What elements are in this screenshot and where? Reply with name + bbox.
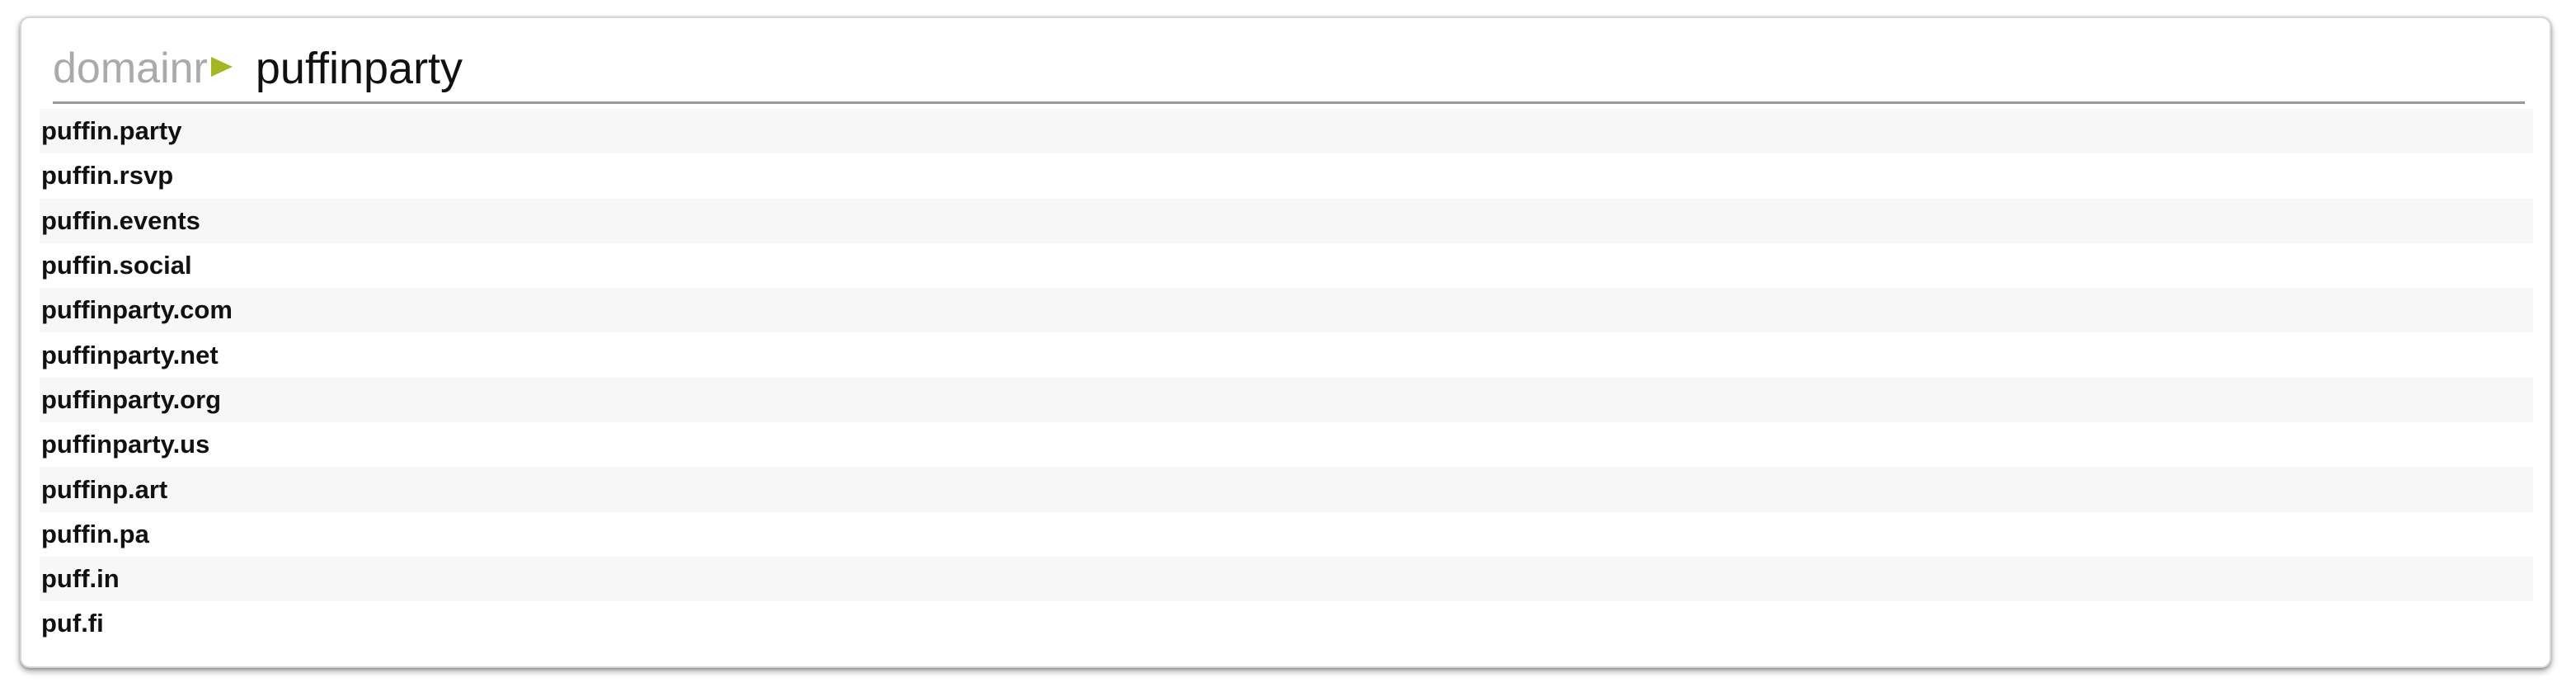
result-domain: puffinparty.com bbox=[41, 295, 233, 325]
result-row[interactable]: puffin.party bbox=[40, 109, 2533, 154]
result-row[interactable]: puffin.events bbox=[40, 198, 2533, 243]
result-row[interactable]: puffinparty.net bbox=[40, 332, 2533, 377]
result-domain: puff.in bbox=[41, 564, 120, 594]
domainr-logo[interactable]: domainr bbox=[53, 47, 233, 90]
result-domain: puf.fi bbox=[41, 609, 104, 638]
domainr-panel: domainr puffin.party puffin.rsvp puffin.… bbox=[20, 16, 2551, 668]
result-domain: puffinparty.us bbox=[41, 430, 210, 459]
result-domain: puffinparty.org bbox=[41, 384, 222, 414]
result-domain: puffinparty.net bbox=[41, 340, 219, 369]
result-domain: puffin.rsvp bbox=[41, 161, 174, 191]
result-domain: puffin.pa bbox=[41, 519, 149, 548]
result-domain: puffinp.art bbox=[41, 474, 168, 504]
arrow-right-icon bbox=[210, 56, 233, 77]
result-domain: puffin.events bbox=[41, 205, 200, 235]
result-row[interactable]: puffinparty.com bbox=[40, 288, 2533, 333]
logo-text: domainr bbox=[53, 44, 208, 92]
search-bar: domainr bbox=[53, 35, 2525, 104]
result-row[interactable]: puffin.pa bbox=[40, 512, 2533, 557]
result-row[interactable]: puff.in bbox=[40, 556, 2533, 602]
result-row[interactable]: puffinparty.org bbox=[40, 377, 2533, 423]
results-list: puffin.party puffin.rsvp puffin.events p… bbox=[40, 109, 2533, 647]
result-row[interactable]: puffinparty.us bbox=[40, 422, 2533, 467]
result-row[interactable]: puffin.rsvp bbox=[40, 153, 2533, 198]
result-domain: puffin.party bbox=[41, 116, 182, 146]
result-row[interactable]: puffinp.art bbox=[40, 467, 2533, 512]
result-row[interactable]: puf.fi bbox=[40, 601, 2533, 646]
result-domain: puffin.social bbox=[41, 251, 192, 280]
search-input[interactable] bbox=[255, 42, 2400, 94]
result-row[interactable]: puffin.social bbox=[40, 243, 2533, 288]
